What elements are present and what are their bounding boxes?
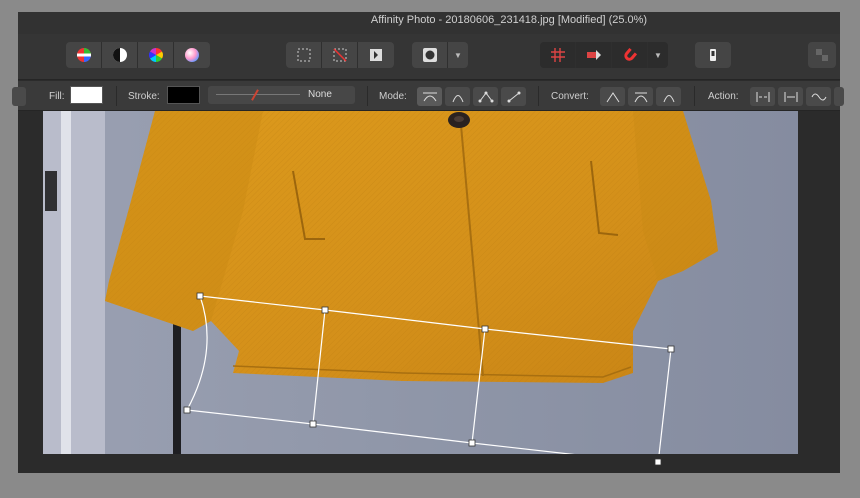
show-grid-button[interactable] [540,42,576,68]
line-mode-icon [507,91,520,102]
context-toolbar: Fill: Stroke: None Mode: Convert: Action… [12,81,844,111]
stroke-swatch[interactable] [167,86,200,104]
magnet-icon [623,47,637,61]
mode-line-button[interactable] [501,87,526,106]
marquee-select-icon [297,48,310,62]
assistant-group [695,42,731,68]
mesh-node[interactable] [321,306,329,314]
door-frame [43,111,105,454]
quick-mask-button[interactable] [412,42,448,68]
invert-selection-icon [370,49,382,61]
quickmask-group: ▼ [412,42,468,68]
color-wheel-button[interactable] [66,42,102,68]
quick-mask-dropdown[interactable]: ▼ [448,42,468,68]
convert-smart-button[interactable] [656,87,681,106]
convert-sharp-button[interactable] [600,87,625,106]
persona-group [808,42,836,68]
snapping-button[interactable] [612,42,648,68]
join-curves-icon [784,91,797,102]
main-toolbar: ▼ ▼ [18,34,840,80]
sharp-corner-icon [606,91,619,102]
mesh-node-outside[interactable] [654,458,664,468]
smooth-curve-icon [811,93,826,100]
window-title: Affinity Photo - 20180606_231418.jpg [Mo… [370,14,648,26]
color-wheel-icon [76,48,91,62]
smart-corner-icon [663,94,674,102]
adjustments-group [66,42,210,68]
divider [538,86,539,106]
break-curve-icon [756,91,769,102]
mode-pen-button[interactable] [417,87,442,106]
polygon-mode-icon [478,91,493,102]
persona-icon [816,49,828,61]
title-bar: Affinity Photo - 20180606_231418.jpg [Mo… [18,12,840,34]
marquee-select-button[interactable] [286,42,322,68]
mode-smart-button[interactable] [445,87,470,106]
stroke-label: Stroke: [128,91,160,102]
contrast-icon [112,48,127,62]
stroke-slider-handle[interactable] [251,89,259,101]
smart-mode-icon [452,94,463,102]
assistant-icon [710,49,716,61]
persona-button[interactable] [808,42,836,68]
mode-polygon-button[interactable] [473,87,498,106]
divider [367,86,368,106]
gradient-sphere-icon [185,48,199,62]
stroke-value: None [308,89,332,100]
context-toolbar-left-button[interactable] [12,87,26,106]
deselect-button[interactable] [322,42,358,68]
chevron-down-icon: ▼ [454,50,462,60]
hue-wheel-button[interactable] [138,42,174,68]
mesh-node[interactable] [667,345,675,353]
action-smooth-button[interactable] [806,87,831,106]
gradient-sphere-button[interactable] [174,42,210,68]
force-pixel-alignment-button[interactable] [576,42,612,68]
divider [694,86,695,106]
mesh-node[interactable] [309,420,317,428]
mesh-node[interactable] [183,406,191,414]
convert-smooth-button[interactable] [628,87,653,106]
photo-layer [43,111,798,454]
door-hinge [45,171,57,211]
circle-mask-icon [422,48,437,62]
fill-swatch[interactable] [70,86,103,104]
door-frame-highlight [61,111,71,454]
fill-label: Fill: [49,91,65,102]
deselect-icon [332,48,347,62]
hue-wheel-icon [148,48,163,62]
stroke-slider-track [216,94,300,95]
contrast-button[interactable] [102,42,138,68]
convert-label: Convert: [551,91,589,102]
snapping-dropdown[interactable]: ▼ [648,42,668,68]
force-pixel-icon [586,50,601,60]
stroke-width-slider[interactable]: None [208,86,355,104]
mesh-node[interactable] [196,292,204,300]
action-join-button[interactable] [778,87,803,106]
action-break-button[interactable] [750,87,775,106]
app-window: Affinity Photo - 20180606_231418.jpg [Mo… [12,12,844,473]
snapping-group: ▼ [540,42,668,68]
invert-selection-button[interactable] [358,42,394,68]
selection-group [286,42,394,68]
document-canvas[interactable] [43,111,798,454]
chevron-down-icon: ▼ [654,50,662,60]
action-more-button[interactable] [834,87,844,106]
mode-label: Mode: [379,91,407,102]
grid-icon [550,48,565,62]
mesh-node[interactable] [468,439,476,447]
assistant-button[interactable] [695,42,731,68]
smooth-corner-icon [634,92,647,102]
divider [116,86,117,106]
action-label: Action: [708,91,739,102]
mesh-node[interactable] [481,325,489,333]
pen-mode-icon [422,92,437,101]
